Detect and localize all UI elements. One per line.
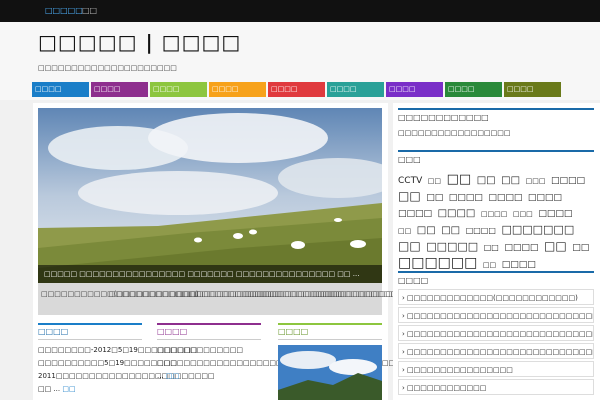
tag-link[interactable]: □□□□ [481, 210, 507, 218]
category-item[interactable]: □□□□ [150, 82, 207, 97]
slider-thumbnails: □□□□□□□□□□□(□□□□□□□□□□□□) □□□□□□□□□□□□□□… [38, 283, 478, 315]
tag-link[interactable]: □□ [477, 175, 496, 186]
tag-link[interactable]: □□ [544, 239, 567, 253]
category-item[interactable]: □□□□ [32, 82, 89, 97]
tag-link[interactable]: □□□□ [538, 209, 572, 219]
recent-item-label: □□□□□□□□□□□□□□□□□□□□□□□□□□□□□□□□ [407, 330, 593, 338]
recent-item-label: □□□□□□□□□□□□□□□□□□□□□□□□□□□□□□ [407, 312, 594, 320]
recent-item[interactable]: › □□□□□□□□□□□□□□□□□□□□□□□□□□□□□□□□□□ [398, 343, 594, 359]
recent-item[interactable]: › □□□□□□□□□□□□□(□□□□□□□□□□□□) [398, 289, 594, 305]
top-nav-home[interactable]: □□□□□ [45, 6, 83, 15]
recent-item[interactable]: › □□□□□□□□□□□□□□□□□□□□□□□□□□□□□□ [398, 307, 594, 323]
section-title[interactable]: □□□□ [278, 323, 382, 340]
slider-thumb[interactable]: □□□□□□□□□□□□□□□□□□□□□□□□□ [313, 289, 478, 300]
section-excerpt: □□□□□□□□□□□□□ □□□□□□□□□□□□□□□□□□□□□□□□□□… [157, 344, 474, 383]
recent-item-label: □□□□□□□□□□□□□□□□□□□□□□□□□□□□□□□□□□ [407, 348, 593, 356]
tag-link[interactable]: □□ [426, 193, 443, 203]
tag-link[interactable]: □□ [441, 225, 460, 236]
tag-link[interactable]: □□□□ [466, 226, 496, 235]
tag-link[interactable]: □□□□ [528, 193, 562, 203]
tag-link[interactable]: □□□□□□□ [501, 223, 574, 236]
tag-link[interactable]: □□□□ [398, 209, 432, 219]
site-title[interactable]: □□□□□ | □□□□ [38, 30, 241, 54]
category-item[interactable]: □□□□ [209, 82, 266, 97]
category-item[interactable]: □□□□ [91, 82, 148, 97]
tag-link[interactable]: □□□□ [438, 208, 476, 219]
recent-item[interactable]: › □□□□□□□□□□□□ [398, 379, 594, 395]
tag-link[interactable]: □□□□ [502, 260, 536, 270]
tag-link[interactable]: □□□□□□ [398, 255, 477, 271]
recent-list: › □□□□□□□□□□□□□(□□□□□□□□□□□□) › □□□□□□□□… [398, 289, 594, 397]
section-title[interactable]: □□□□ [157, 323, 261, 340]
section-block: □□□□ □□□□□□□□-2012□5□19□□□□□□□□□ □□□□□□□… [38, 323, 215, 396]
tag-link[interactable]: □□ [483, 261, 496, 269]
slider-image [38, 108, 382, 283]
category-item[interactable]: □□□□ [268, 82, 325, 97]
tag-link[interactable]: □□ [428, 177, 441, 185]
recent-item[interactable]: › □□□□□□□□□□□□□□□□□□□□□□□□□□□□□□□□ [398, 325, 594, 341]
tag-link[interactable]: □□ [572, 243, 589, 253]
tag-link[interactable]: □□□ [526, 177, 546, 185]
category-item[interactable]: □□□□ [386, 82, 443, 97]
recent-item-label: □□□□□□□□□□□□□(□□□□□□□□□□□□) [407, 294, 578, 302]
top-nav-item[interactable]: □□ [82, 6, 97, 15]
tag-link[interactable]: □□ [447, 172, 472, 187]
slider-thumb[interactable]: □□□□□□□□□□□□□□□□□□□□□□□□□ [245, 289, 410, 300]
tag-link[interactable]: □□□□ [551, 176, 585, 186]
slider-thumb[interactable]: □□□□□□□□□□□(□□□□□□□□□□□□) [41, 289, 199, 300]
recent-item-label: □□□□□□□□□□□□ [407, 384, 487, 392]
tag-link[interactable]: □□ [417, 225, 436, 236]
tag-link[interactable]: □□ [398, 227, 411, 235]
tag-link[interactable]: □□□ [513, 210, 533, 218]
tag-link[interactable]: □□ [484, 243, 499, 252]
mountain-image [278, 345, 382, 400]
read-more-link[interactable]: □□ [166, 372, 179, 380]
tag-cloud: CCTV □□ □□ □□ □□ □□□ □□□□ □□ □□ □□□□ □□□… [398, 172, 594, 273]
top-bar: □□□□□ □□ [0, 0, 600, 22]
tag-link[interactable]: □□ [398, 239, 421, 253]
section-excerpt: □□□□□□□□-2012□5□19□□□□□□□□□ □□□□□□□□□□5□… [38, 344, 215, 396]
category-item[interactable]: □□□□ [504, 82, 561, 97]
recent-item-label: □□□□□□□□□□□□□□□□ [407, 366, 513, 374]
tag-link[interactable]: □□□□ [504, 243, 538, 253]
widget-link[interactable]: □□□□□□□□□□□□□□□□□ [398, 129, 510, 137]
site-tagline: □□□□□□□□□□□□□□□□□□□□□ [38, 64, 177, 72]
tag-link[interactable]: CCTV [398, 176, 422, 186]
recent-item[interactable]: › □□□□□□□□□□□□□□□□ [398, 361, 594, 377]
recent-title: □□□□ [398, 271, 594, 285]
category-item[interactable]: □□□□ [327, 82, 384, 97]
tag-link[interactable]: □□ [398, 189, 421, 203]
tag-link[interactable]: □□ [501, 175, 520, 186]
widget-title: □□□□□□□□□□□□ [398, 108, 594, 122]
section-block: □□□□ [278, 323, 382, 340]
category-nav: □□□□ □□□□ □□□□ □□□□ □□□□ □□□□ □□□□ □□□□ … [32, 82, 564, 98]
slider-thumb[interactable]: □□□□□□□□□□□□□□□□□□□□□□□□□□ [109, 289, 281, 300]
slider-thumb[interactable]: □□□□□□□□□□□□□□□□□□□□□□□□□ [177, 289, 342, 300]
tag-link[interactable]: □□□□□ [426, 240, 478, 253]
section-block: □□□□ □□□□□□□□□□□□□ □□□□□□□□□□□□□□□□□□□□□… [157, 323, 474, 383]
tags-title: □□□ [398, 150, 594, 164]
tag-link[interactable]: □□□□ [488, 193, 522, 203]
category-item[interactable]: □□□□ [445, 82, 502, 97]
section-title[interactable]: □□□□ [38, 323, 142, 340]
section-photo[interactable] [278, 345, 382, 400]
slider-caption[interactable]: □□□□□ □□□□□□□□□□□□□□□□ □□□□□□□ □□□□□□□□□… [38, 265, 382, 283]
featured-slider[interactable] [38, 108, 382, 283]
tag-link[interactable]: □□□□ [449, 193, 483, 203]
read-more-link[interactable]: □□ [62, 385, 75, 393]
